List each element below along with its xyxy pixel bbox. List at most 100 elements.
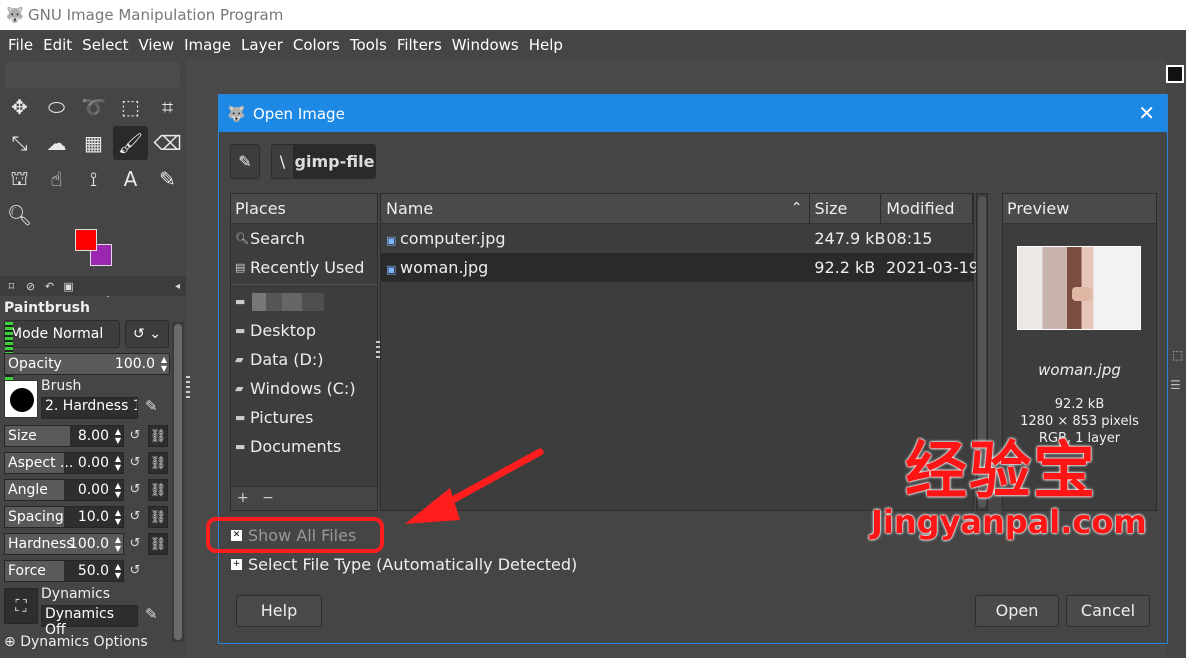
dock-menu-icon[interactable]: ◂ xyxy=(175,281,180,292)
clone-tool-icon[interactable]: ⛫ xyxy=(2,162,37,196)
dynamics-name-field[interactable]: Dynamics Off xyxy=(41,605,138,638)
spacing-slider[interactable]: Spacing 10.0 ▲ ▼ xyxy=(4,506,124,528)
warp-transform-tool-icon[interactable]: ☁ xyxy=(39,126,74,160)
dynamics-preview[interactable]: ⛶ xyxy=(4,588,38,624)
place-recently-used[interactable]: ▤ Recently Used xyxy=(231,253,377,282)
dynamics-options-label: Dynamics Options xyxy=(20,634,148,650)
color-picker-tool-icon[interactable]: ✎ xyxy=(150,162,185,196)
hardness-slider[interactable]: Hardness 100.0 ▲ ▼ xyxy=(4,533,124,555)
column-modified[interactable]: Modified xyxy=(881,194,973,223)
reset-aspect-icon[interactable]: ↺ xyxy=(125,452,145,474)
menu-colors[interactable]: Colors xyxy=(288,30,345,60)
opacity-label: Opacity xyxy=(8,356,62,372)
aspect-slider[interactable]: Aspect ... 0.00 ▲ ▼ xyxy=(4,452,124,474)
ellipse-select-tool-icon[interactable]: ⬭ xyxy=(39,90,74,124)
layers-menu-icon[interactable]: ☰ xyxy=(1170,378,1181,392)
menu-select[interactable]: Select xyxy=(77,30,133,60)
edit-dynamics-icon[interactable]: ✎ xyxy=(145,605,158,623)
dynamics-options-expander[interactable]: ⊕ Dynamics Options xyxy=(4,634,148,650)
link-angle-icon[interactable]: ⛓ xyxy=(148,479,168,501)
menu-file[interactable]: File xyxy=(3,30,38,60)
menu-help[interactable]: Help xyxy=(524,30,568,60)
place-data-drive[interactable]: ▰ Data (D:) xyxy=(231,345,377,374)
preview-thumbnail[interactable] xyxy=(1017,246,1141,330)
text-tool-icon[interactable]: A xyxy=(113,162,148,196)
paths-tool-icon[interactable]: ⟟ xyxy=(76,162,111,196)
navigate-icon[interactable]: ⬚ xyxy=(1172,348,1183,362)
eraser-tool-icon[interactable]: ⌫ xyxy=(150,126,185,160)
open-button[interactable]: Open xyxy=(975,595,1059,627)
spin-arrows-icon[interactable]: ▲ ▼ xyxy=(115,562,121,580)
add-bookmark-icon[interactable]: + xyxy=(237,490,249,506)
crop-tool-icon[interactable]: ⌗ xyxy=(150,90,185,124)
reset-force-icon[interactable]: ↺ xyxy=(125,560,145,582)
images-tab-icon[interactable]: ▣ xyxy=(60,280,77,293)
link-aspect-icon[interactable]: ⛓ xyxy=(148,452,168,474)
menu-filters[interactable]: Filters xyxy=(392,30,447,60)
place-desktop[interactable]: ▬ Desktop xyxy=(231,316,377,345)
column-size[interactable]: Size xyxy=(810,194,882,223)
path-root-button[interactable]: \ xyxy=(271,144,293,179)
place-user-folder[interactable]: ▬ xyxy=(231,287,377,316)
paintbrush-tool-icon[interactable]: 🖌 xyxy=(113,126,148,160)
menu-layer[interactable]: Layer xyxy=(236,30,288,60)
link-spacing-icon[interactable]: ⛓ xyxy=(148,506,168,528)
place-search[interactable]: 🔍︎ Search xyxy=(231,224,377,253)
size-slider[interactable]: Size 8.00 ▲ ▼ xyxy=(4,425,124,447)
menu-image[interactable]: Image xyxy=(179,30,236,60)
brush-preview[interactable] xyxy=(4,380,38,418)
spin-arrows-icon[interactable]: ▲ ▼ xyxy=(115,427,121,445)
pane-resize-grip[interactable] xyxy=(186,376,190,400)
reset-angle-icon[interactable]: ↺ xyxy=(125,479,145,501)
spin-arrows-icon[interactable]: ▲ ▼ xyxy=(115,508,121,526)
link-hardness-icon[interactable]: ⛓ xyxy=(148,533,168,555)
close-icon[interactable]: ✕ xyxy=(1138,101,1155,125)
fullscreen-icon[interactable] xyxy=(1166,65,1184,83)
spin-arrows-icon[interactable]: ▲ ▼ xyxy=(115,535,121,553)
tool-grid: ✥ ⬭ ➰ ⬚ ⌗ ⤡ ☁ ▦ 🖌 ⌫ ⛫ ☝ ⟟ A ✎ 🔍︎ xyxy=(2,90,187,234)
zoom-tool-icon[interactable]: 🔍︎ xyxy=(2,198,37,232)
move-tool-icon[interactable]: ✥ xyxy=(2,90,37,124)
tool-options-tab-icon[interactable]: ⌑ xyxy=(3,280,20,293)
mode-reset-dropdown[interactable]: ↺ ⌄ xyxy=(125,320,169,348)
device-status-tab-icon[interactable]: ⊘ xyxy=(22,280,39,293)
place-pictures[interactable]: ▬ Pictures xyxy=(231,403,377,432)
fuzzy-select-tool-icon[interactable]: ⬚ xyxy=(113,90,148,124)
select-file-type-expander[interactable]: + Select File Type (Automatically Detect… xyxy=(231,555,577,574)
menu-view[interactable]: View xyxy=(133,30,179,60)
spin-arrows-icon[interactable]: ▲ ▼ xyxy=(115,481,121,499)
edit-brush-icon[interactable]: ✎ xyxy=(145,397,158,415)
reset-size-icon[interactable]: ↺ xyxy=(125,425,145,447)
tool-options-scrollbar[interactable] xyxy=(172,322,184,642)
undo-history-tab-icon[interactable]: ↶ xyxy=(41,280,58,293)
place-windows-drive[interactable]: ▰ Windows (C:) xyxy=(231,374,377,403)
mode-dropdown[interactable]: Mode Normal ⌄ xyxy=(4,320,120,368)
foreground-color-swatch[interactable] xyxy=(75,229,97,251)
free-select-tool-icon[interactable]: ➰ xyxy=(76,90,111,124)
reset-hardness-icon[interactable]: ↺ xyxy=(125,533,145,555)
force-slider[interactable]: Force 50.0 ▲ ▼ xyxy=(4,560,124,582)
remove-bookmark-icon[interactable]: − xyxy=(262,490,274,506)
smudge-tool-icon[interactable]: ☝ xyxy=(39,162,74,196)
brush-name-field[interactable]: 2. Hardness 100 xyxy=(41,397,138,419)
unified-transform-tool-icon[interactable]: ⤡ xyxy=(2,126,37,160)
place-documents[interactable]: ▬ Documents xyxy=(231,432,377,461)
spin-arrows-icon[interactable]: ▲ ▼ xyxy=(115,454,121,472)
spin-arrows-icon[interactable]: ▲ ▼ xyxy=(161,355,167,373)
menu-windows[interactable]: Windows xyxy=(447,30,524,60)
angle-slider[interactable]: Angle 0.00 ▲ ▼ xyxy=(4,479,124,501)
gradient-tool-icon[interactable]: ▦ xyxy=(76,126,111,160)
file-row-selected[interactable]: ▣ woman.jpg 92.2 kB 2021-03-19 xyxy=(381,253,979,282)
reset-spacing-icon[interactable]: ↺ xyxy=(125,506,145,528)
opacity-slider[interactable]: Opacity 100.0 ▲ ▼ xyxy=(4,353,170,375)
path-folder-button[interactable]: gimp-file xyxy=(293,144,376,179)
type-location-button[interactable]: ✎ xyxy=(230,144,260,179)
file-row[interactable]: ▣ computer.jpg 247.9 kB 08:15 xyxy=(381,224,973,253)
menu-tools[interactable]: Tools xyxy=(345,30,392,60)
link-size-icon[interactable]: ⛓ xyxy=(148,425,168,447)
cancel-button[interactable]: Cancel xyxy=(1066,595,1150,627)
scrollbar-thumb[interactable] xyxy=(174,324,182,640)
help-button[interactable]: Help xyxy=(236,595,322,627)
column-name[interactable]: Name ⌃ xyxy=(381,194,810,223)
menu-edit[interactable]: Edit xyxy=(38,30,77,60)
